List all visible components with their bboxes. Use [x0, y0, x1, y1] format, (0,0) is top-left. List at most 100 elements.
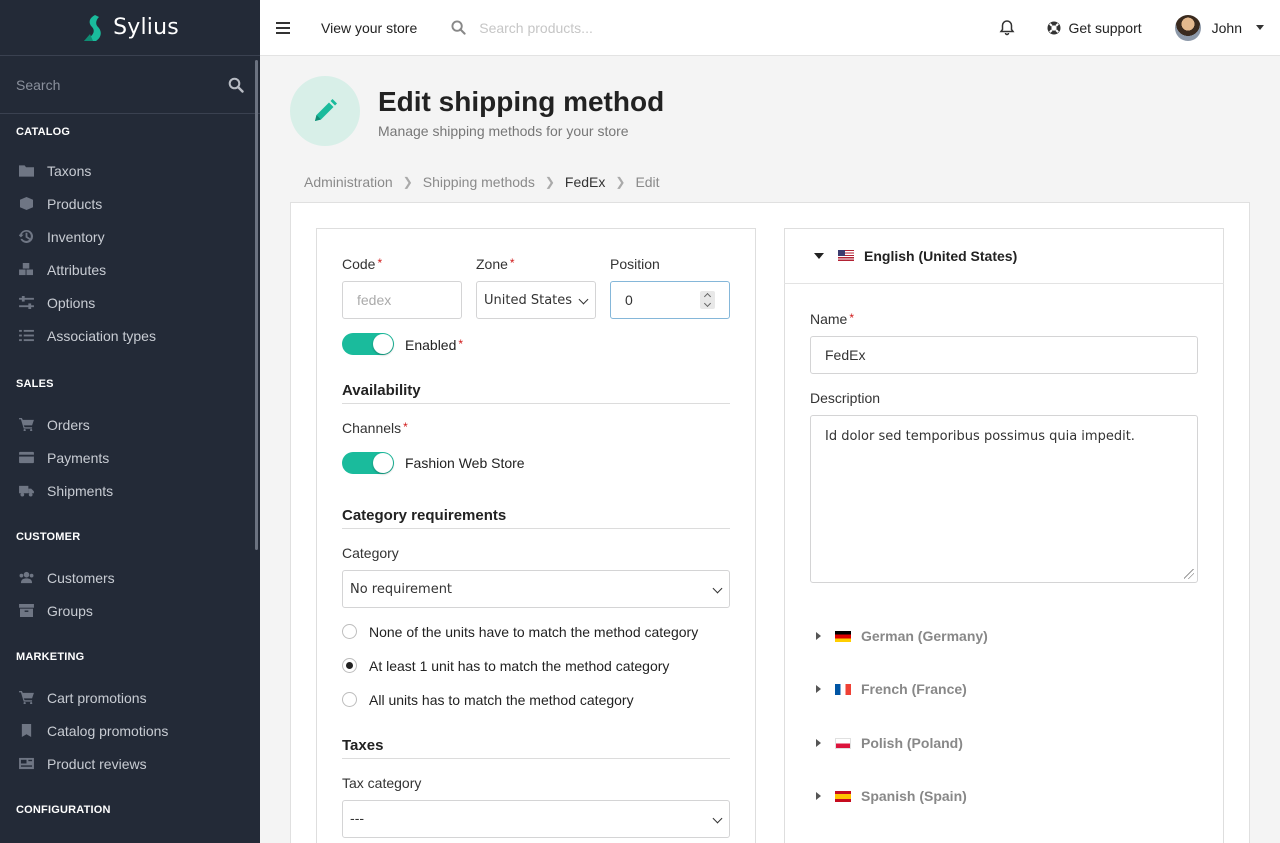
locale-accordion-english[interactable]: English (United States) — [784, 228, 1224, 284]
name-field[interactable]: FedEx — [810, 336, 1198, 374]
radio-label: All units has to match the method catego… — [369, 692, 634, 708]
credit-card-icon — [18, 451, 34, 465]
sidebar-item-label: Inventory — [47, 228, 105, 245]
locale-title: Polish (Poland) — [861, 735, 963, 751]
sidebar-item-attributes[interactable]: Attributes — [16, 253, 244, 286]
sidebar-item-payments[interactable]: Payments — [16, 441, 244, 474]
sidebar-item-label: Catalog promotions — [47, 722, 169, 739]
section-title-customer: CUSTOMER — [16, 531, 81, 543]
bookmark-icon — [18, 724, 34, 738]
locale-title: English (United States) — [864, 247, 1018, 264]
tax-category-select[interactable]: --- — [342, 800, 730, 838]
category-select[interactable]: No requirement — [342, 570, 730, 608]
breadcrumb-fedex[interactable]: FedEx — [565, 174, 605, 190]
code-field[interactable]: fedex — [342, 281, 462, 319]
sidebar-item-cart-promotions[interactable]: Cart promotions — [16, 681, 244, 714]
cubes-icon — [18, 263, 34, 277]
locale-title: German (Germany) — [861, 628, 988, 644]
number-spinner[interactable] — [700, 291, 715, 309]
de-flag-icon — [835, 630, 851, 642]
search-icon[interactable] — [228, 77, 244, 93]
zone-select[interactable]: United States o — [476, 281, 596, 319]
truck-icon — [18, 484, 34, 498]
archive-icon — [18, 604, 34, 618]
sidebar: Sylius CATALOG Taxons Products Inventory… — [0, 0, 260, 843]
bell-icon[interactable] — [999, 19, 1015, 36]
position-field[interactable]: 0 — [610, 281, 730, 319]
sidebar-item-catalog-promotions[interactable]: Catalog promotions — [16, 714, 244, 747]
caret-right-icon — [816, 632, 821, 640]
sidebar-item-label: Orders — [47, 416, 90, 433]
sliders-icon — [18, 296, 34, 310]
channel-label: Fashion Web Store — [405, 455, 525, 471]
sidebar-item-customers[interactable]: Customers — [16, 561, 244, 594]
sidebar-item-groups[interactable]: Groups — [16, 594, 244, 627]
sidebar-item-products[interactable]: Products — [16, 187, 244, 220]
enabled-toggle[interactable] — [342, 333, 394, 355]
pencil-icon — [315, 99, 337, 121]
category-label: Category — [342, 545, 399, 561]
menu-toggle-button[interactable] — [260, 0, 306, 56]
locale-accordion-german[interactable]: German (Germany) — [816, 628, 988, 644]
description-value: Id dolor sed temporibus possimus quia im… — [825, 429, 1135, 444]
sidebar-item-label: Payments — [47, 449, 110, 466]
radio-all-match[interactable] — [342, 692, 357, 707]
code-label: Code * — [342, 256, 383, 272]
sidebar-item-label: Taxons — [47, 162, 92, 179]
product-search-input[interactable] — [479, 19, 680, 36]
caret-right-icon — [816, 739, 821, 747]
user-name: John — [1211, 19, 1242, 36]
sidebar-item-taxons[interactable]: Taxons — [16, 154, 244, 187]
channel-toggle[interactable] — [342, 452, 394, 474]
sidebar-item-label: Cart promotions — [47, 689, 147, 706]
sidebar-item-orders[interactable]: Orders — [16, 408, 244, 441]
radio-at-least-one-match[interactable] — [342, 658, 357, 673]
sidebar-item-label: Options — [47, 294, 96, 311]
chevron-down-icon — [1256, 25, 1264, 30]
resize-handle[interactable] — [1184, 569, 1194, 579]
category-requirements-heading: Category requirements — [342, 507, 507, 524]
sidebar-item-inventory[interactable]: Inventory — [16, 220, 244, 253]
locale-accordion-spanish[interactable]: Spanish (Spain) — [816, 788, 967, 804]
sidebar-search-input[interactable] — [16, 76, 228, 93]
tax-category-value: --- — [350, 811, 365, 827]
chevron-right-icon: ❯ — [615, 175, 626, 189]
sidebar-item-label: Association types — [47, 327, 156, 344]
locale-accordion-french[interactable]: French (France) — [816, 681, 967, 697]
breadcrumb-shipping-methods[interactable]: Shipping methods — [423, 174, 535, 190]
enabled-label: Enabled * — [405, 337, 464, 353]
hamburger-icon — [276, 21, 290, 34]
breadcrumb-administration[interactable]: Administration — [304, 174, 393, 190]
sidebar-item-association-types[interactable]: Association types — [16, 319, 244, 352]
taxes-heading: Taxes — [342, 737, 384, 754]
sidebar-item-label: Customers — [47, 569, 115, 586]
get-support-label: Get support — [1068, 19, 1142, 36]
code-value: fedex — [357, 292, 392, 308]
logo[interactable]: Sylius — [0, 0, 260, 56]
es-flag-icon — [835, 790, 851, 802]
page-title: Edit shipping method — [378, 86, 665, 117]
view-store-link[interactable]: View your store — [321, 20, 417, 36]
sidebar-item-product-reviews[interactable]: Product reviews — [16, 747, 244, 780]
sidebar-item-options[interactable]: Options — [16, 286, 244, 319]
chevron-right-icon: ❯ — [402, 175, 413, 189]
locale-accordion-polish[interactable]: Polish (Poland) — [816, 735, 963, 751]
sidebar-item-label: Product reviews — [47, 755, 147, 772]
zone-value: United States o — [484, 292, 576, 308]
chevron-right-icon: ❯ — [544, 175, 555, 189]
name-value: FedEx — [825, 347, 866, 363]
radio-none-match[interactable] — [342, 624, 357, 639]
section-title-marketing: MARKETING — [16, 651, 85, 663]
folder-icon — [18, 164, 34, 178]
description-textarea[interactable]: Id dolor sed temporibus possimus quia im… — [810, 415, 1198, 583]
avatar — [1174, 14, 1201, 41]
sidebar-item-shipments[interactable]: Shipments — [16, 474, 244, 507]
locale-title: Spanish (Spain) — [861, 788, 967, 804]
user-menu[interactable]: John — [1174, 14, 1264, 41]
divider — [342, 758, 730, 759]
divider — [342, 528, 730, 529]
sidebar-item-label: Attributes — [47, 261, 107, 278]
section-title-catalog: CATALOG — [16, 126, 71, 138]
page-subtitle: Manage shipping methods for your store — [378, 123, 629, 139]
get-support-link[interactable]: Get support — [1047, 19, 1142, 36]
